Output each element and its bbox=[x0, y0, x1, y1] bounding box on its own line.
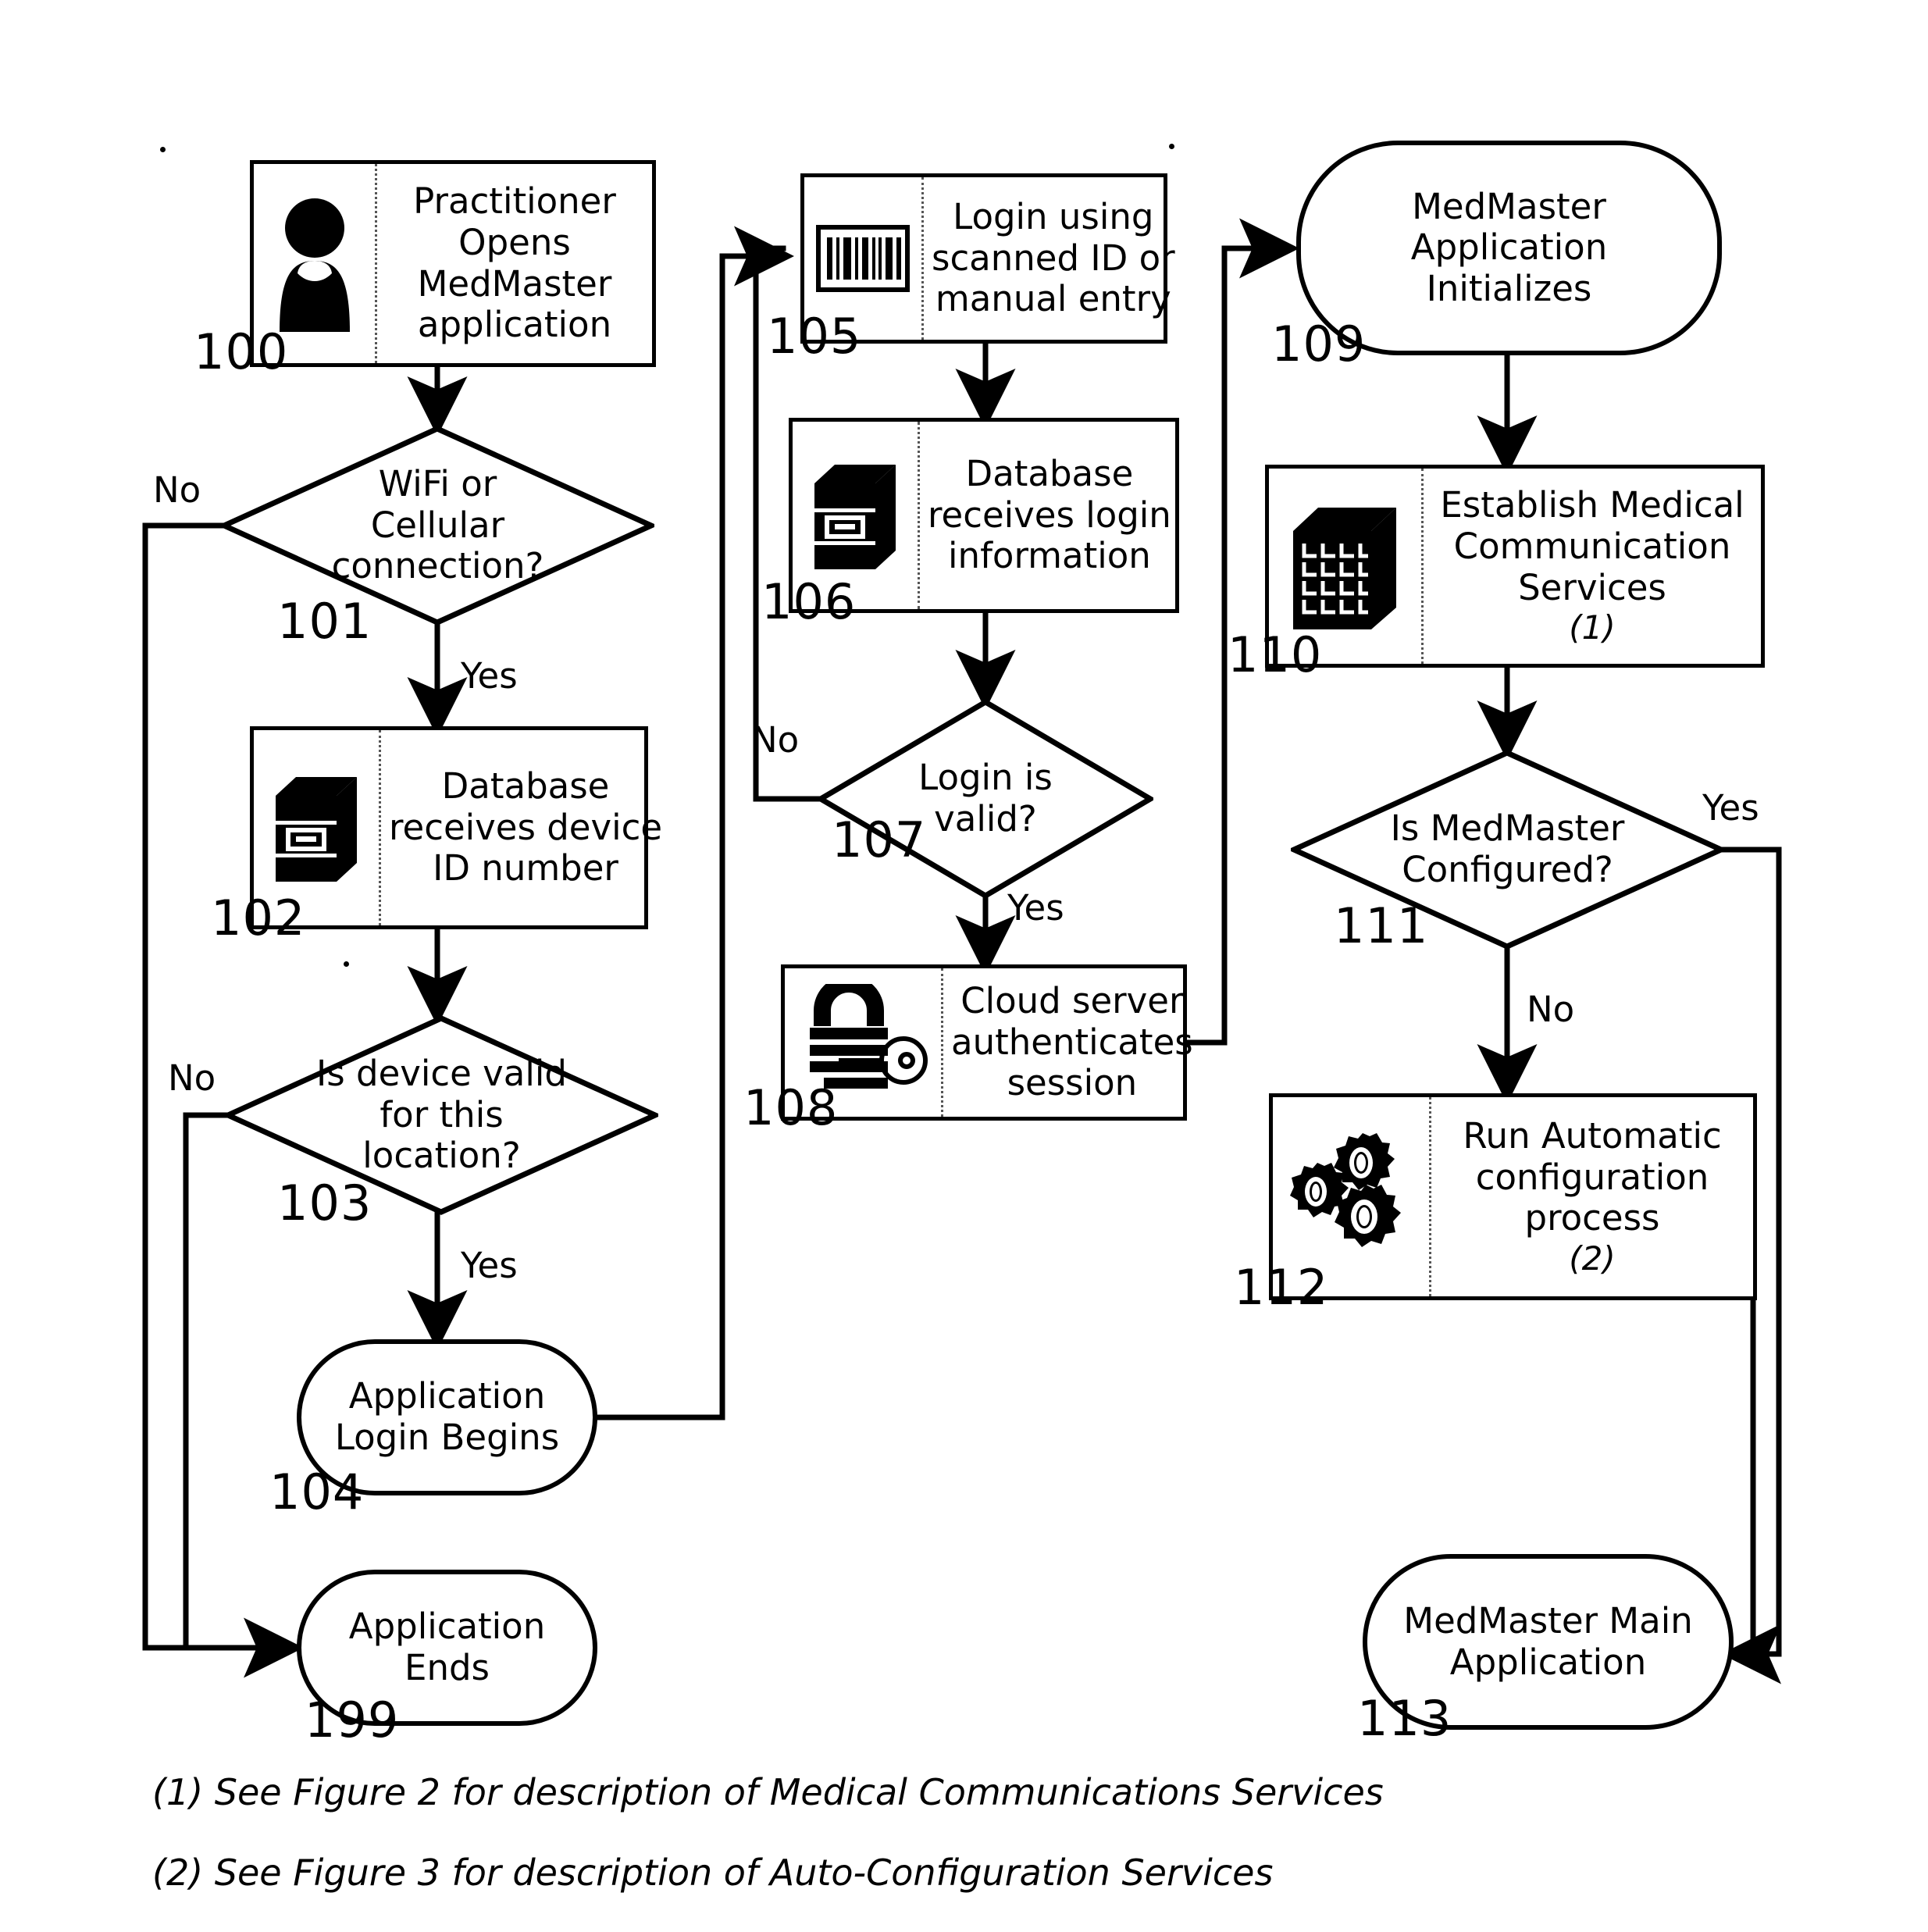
text-line: Login Begins bbox=[334, 1417, 560, 1458]
text-line: application bbox=[417, 304, 612, 346]
edge-label-107-no: No bbox=[751, 719, 800, 761]
text-line: Services bbox=[1518, 566, 1666, 608]
ref-number-107: 107 bbox=[832, 811, 927, 868]
text-line: Opens bbox=[458, 221, 571, 263]
text-line: ID number bbox=[433, 847, 618, 889]
node-cloud-server-authenticates[interactable]: Cloud server authenticates session bbox=[781, 964, 1193, 1121]
text-line: Application bbox=[348, 1375, 546, 1417]
text-line: receives device bbox=[389, 806, 663, 848]
text-line: Login using bbox=[953, 196, 1154, 238]
text-line: session bbox=[1007, 1062, 1138, 1104]
edge-label-111-no: No bbox=[1527, 989, 1575, 1030]
node-105-text: Login using scanned ID or manual entry bbox=[924, 177, 1183, 340]
ref-number-109: 109 bbox=[1271, 315, 1367, 372]
node-login-is-valid-decision[interactable]: Login is valid? bbox=[818, 699, 1153, 899]
text-line: MedMaster Main bbox=[1403, 1599, 1693, 1641]
node-100-text: Practitioner Opens MedMaster application bbox=[377, 164, 652, 363]
ref-number-103: 103 bbox=[277, 1175, 372, 1232]
node-establish-medical-comm-services[interactable]: Establish Medical Communication Services… bbox=[1265, 465, 1765, 668]
node-106-text: Database receives login information bbox=[920, 422, 1179, 609]
footnote-2: (2) See Figure 3 for description of Auto… bbox=[152, 1852, 1274, 1894]
ref-number-100: 100 bbox=[194, 323, 289, 380]
ref-number-104: 104 bbox=[269, 1463, 365, 1520]
edge-label-107-yes: Yes bbox=[1007, 887, 1064, 929]
text-line: Cloud server bbox=[960, 980, 1184, 1022]
text-line: Run Automatic bbox=[1463, 1114, 1722, 1157]
text-line: Initializes bbox=[1426, 267, 1592, 309]
edge-label-101-yes: Yes bbox=[461, 655, 518, 697]
text-line: configuration bbox=[1475, 1156, 1709, 1198]
node-database-receives-device-id[interactable]: Database receives device ID number bbox=[250, 726, 662, 929]
node-112-text: Run Automatic configuration process (2) bbox=[1431, 1097, 1753, 1296]
text-line: Practitioner bbox=[413, 180, 616, 223]
text-line: authenticates bbox=[951, 1021, 1193, 1063]
node-108-text: Cloud server authenticates session bbox=[943, 968, 1201, 1117]
text-line: receives login bbox=[928, 494, 1171, 536]
ref-number-105: 105 bbox=[767, 308, 862, 365]
text-line-footnote-marker: (1) bbox=[1569, 608, 1616, 647]
ref-number-199: 199 bbox=[305, 1691, 400, 1748]
ref-number-108: 108 bbox=[743, 1079, 839, 1136]
text-line: Application bbox=[1449, 1641, 1647, 1683]
text-line: manual entry bbox=[935, 278, 1171, 320]
node-practitioner-opens-app[interactable]: Practitioner Opens MedMaster application bbox=[250, 160, 656, 367]
text-line: process bbox=[1524, 1197, 1660, 1239]
figure-canvas: Practitioner Opens MedMaster application… bbox=[0, 0, 1928, 1932]
edge-label-111-yes: Yes bbox=[1702, 787, 1759, 829]
text-line: Database bbox=[965, 453, 1134, 495]
text-line: MedMaster bbox=[417, 262, 612, 305]
edge-label-103-no: No bbox=[168, 1057, 216, 1099]
text-line: MedMaster bbox=[1412, 185, 1606, 227]
text-line: scanned ID or bbox=[932, 237, 1175, 279]
text-line: Application bbox=[348, 1606, 546, 1648]
text-line: Application bbox=[1410, 226, 1608, 269]
node-102-text: Database receives device ID number bbox=[381, 730, 670, 925]
edge-label-101-no: No bbox=[153, 469, 201, 511]
node-110-text: Establish Medical Communication Services… bbox=[1424, 469, 1761, 664]
ref-number-111: 111 bbox=[1334, 897, 1429, 954]
ref-number-101: 101 bbox=[277, 593, 372, 650]
ref-number-112: 112 bbox=[1234, 1259, 1329, 1316]
ref-number-113: 113 bbox=[1357, 1690, 1452, 1747]
text-line-footnote-marker: (2) bbox=[1569, 1239, 1616, 1278]
text-line: information bbox=[948, 535, 1151, 577]
text-line: Establish Medical bbox=[1440, 484, 1744, 526]
text-line: Ends bbox=[404, 1647, 490, 1688]
ref-number-102: 102 bbox=[211, 889, 306, 946]
edge-label-103-yes: Yes bbox=[461, 1245, 518, 1286]
footnote-1: (1) See Figure 2 for description of Medi… bbox=[152, 1771, 1384, 1813]
node-run-automatic-configuration[interactable]: Run Automatic configuration process (2) bbox=[1269, 1093, 1757, 1300]
ref-number-110: 110 bbox=[1228, 626, 1323, 683]
text-line: Database bbox=[441, 765, 610, 807]
text-line: Communication bbox=[1453, 526, 1731, 568]
ref-number-106: 106 bbox=[761, 573, 857, 630]
